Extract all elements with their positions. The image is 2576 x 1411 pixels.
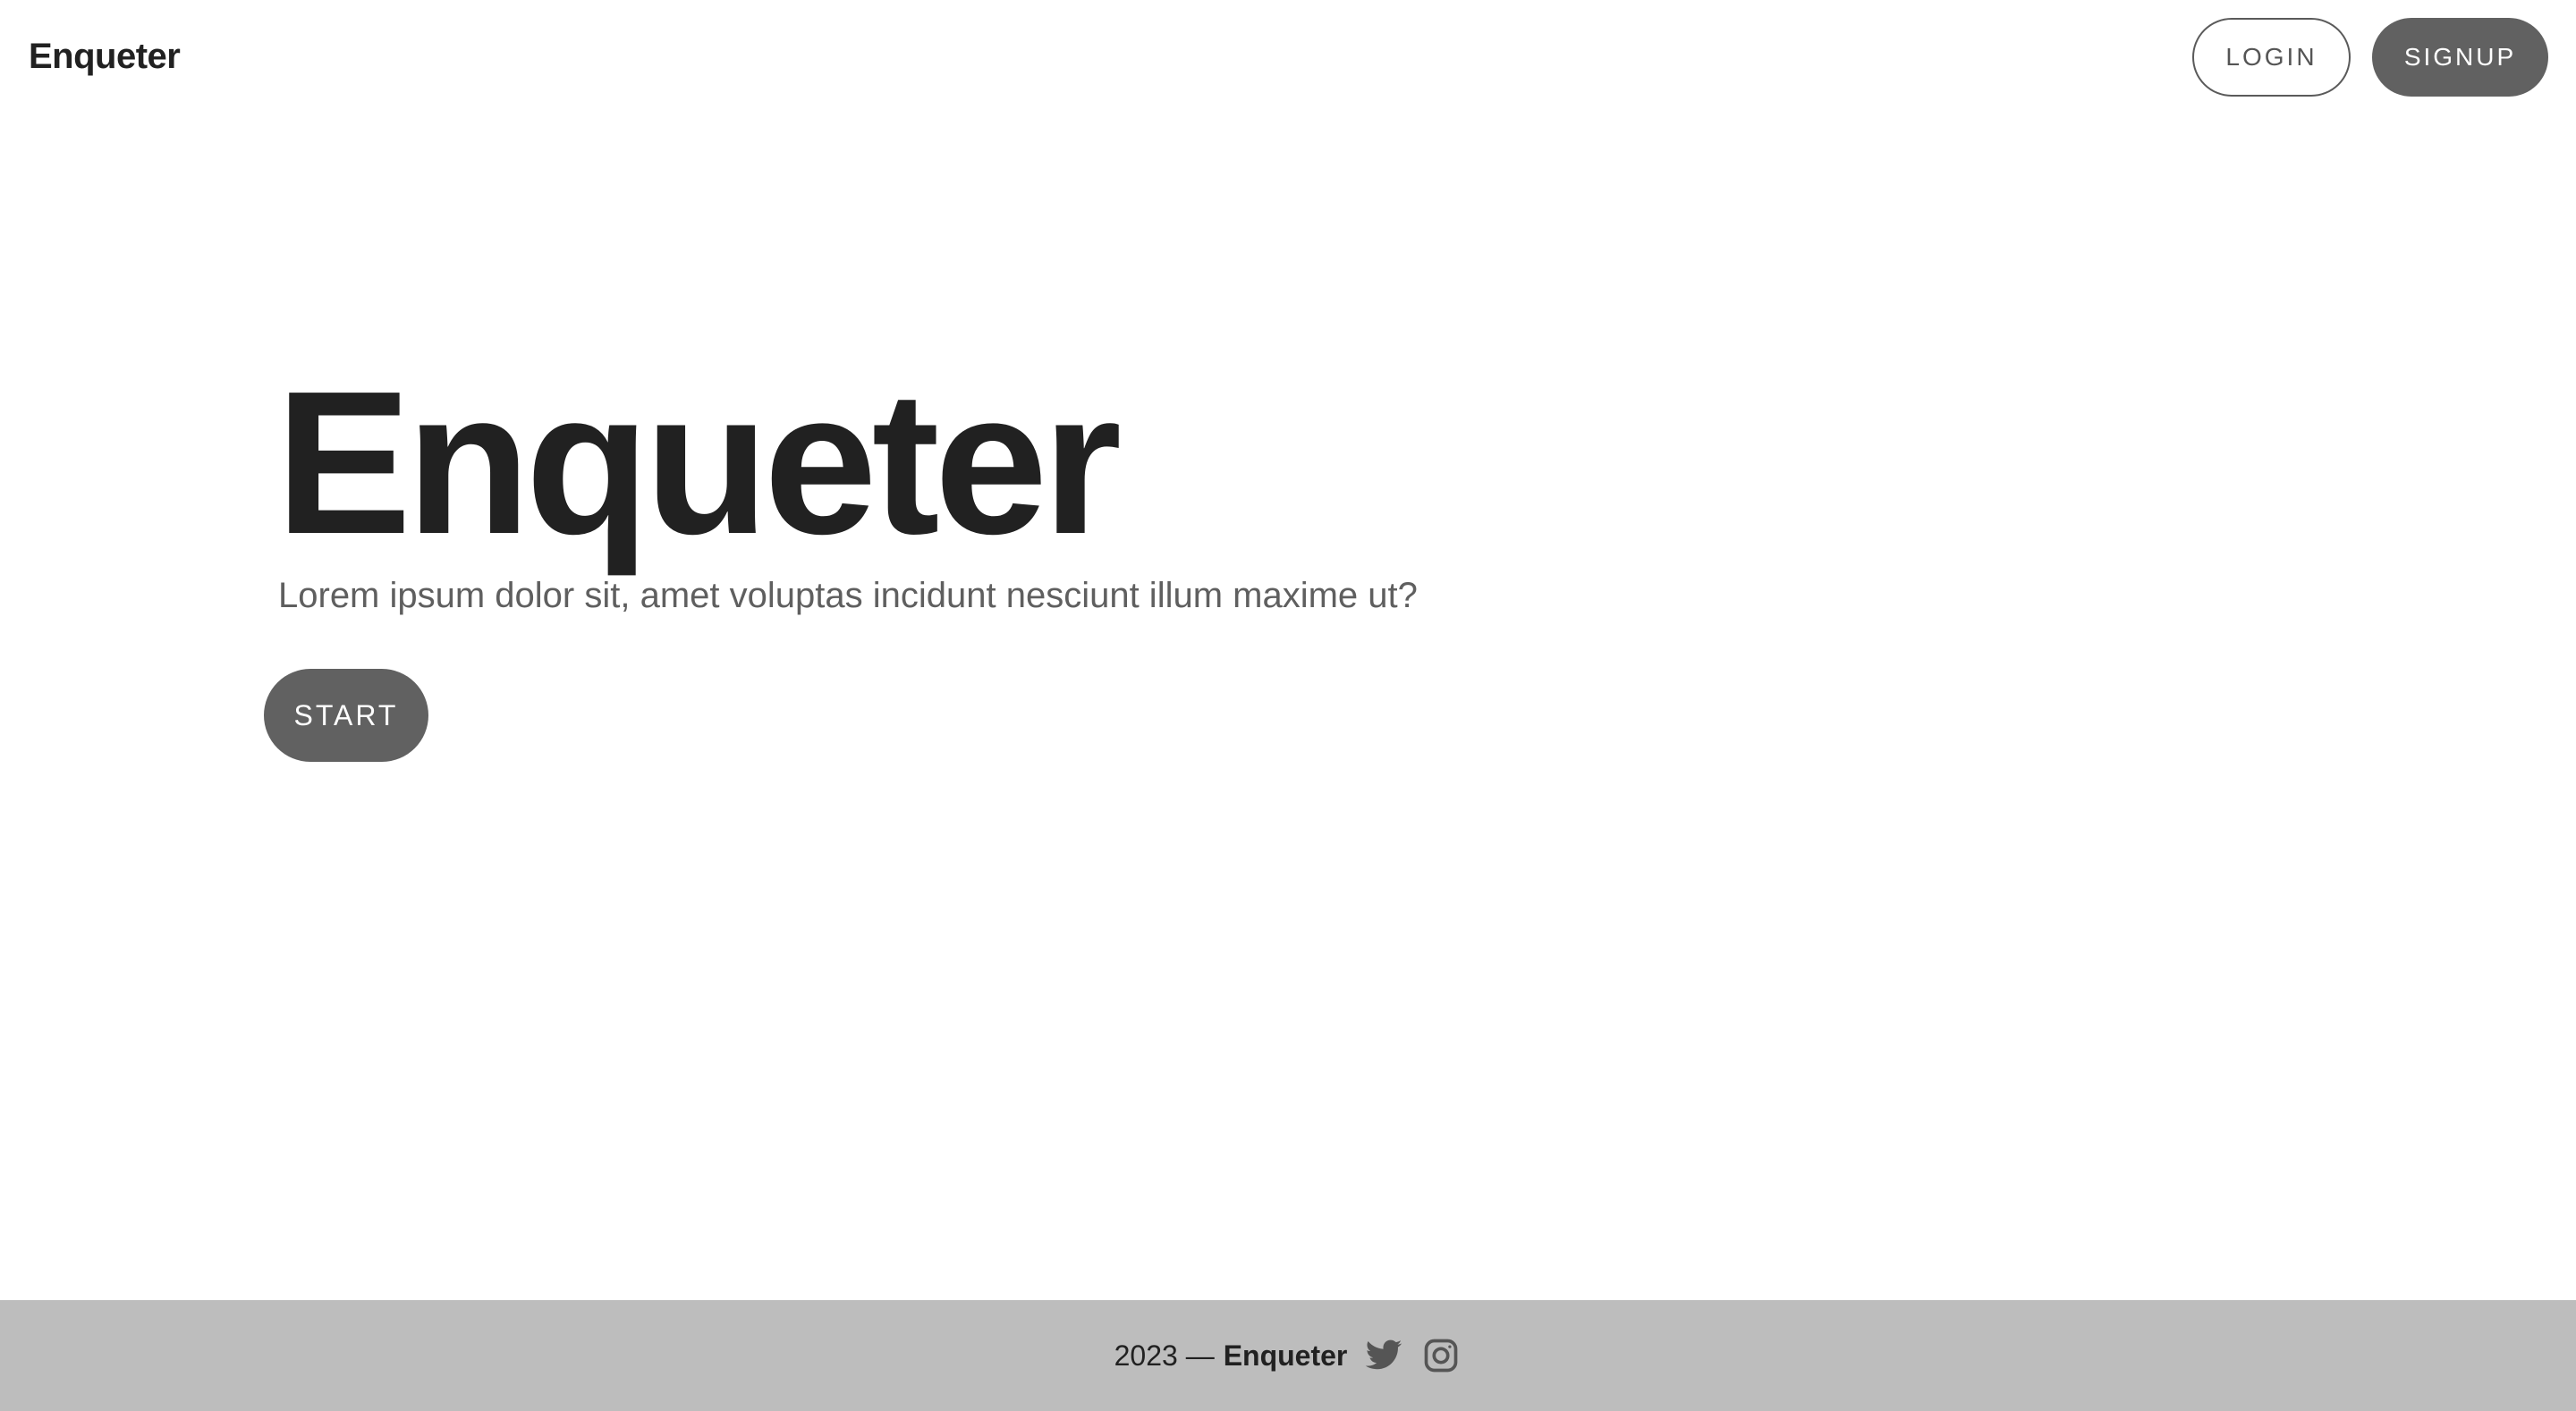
footer-year: 2023 — — [1114, 1339, 1215, 1372]
page: Enqueter LOGIN SIGNUP Enqueter Lorem ips… — [0, 0, 2576, 1411]
instagram-icon[interactable] — [1420, 1335, 1462, 1376]
login-button[interactable]: LOGIN — [2192, 18, 2351, 97]
hero-title: Enqueter — [275, 350, 1122, 577]
footer: 2023 — Enqueter — [0, 1300, 2576, 1411]
start-button[interactable]: START — [264, 669, 428, 762]
twitter-icon[interactable] — [1363, 1335, 1404, 1376]
top-nav: Enqueter LOGIN SIGNUP — [0, 0, 2576, 114]
footer-content: 2023 — Enqueter — [1114, 1335, 1462, 1376]
signup-button[interactable]: SIGNUP — [2372, 18, 2548, 97]
brand-logo[interactable]: Enqueter — [29, 34, 181, 79]
hero-subtitle: Lorem ipsum dolor sit, amet voluptas inc… — [278, 576, 1418, 615]
footer-brand[interactable]: Enqueter — [1224, 1339, 1348, 1373]
